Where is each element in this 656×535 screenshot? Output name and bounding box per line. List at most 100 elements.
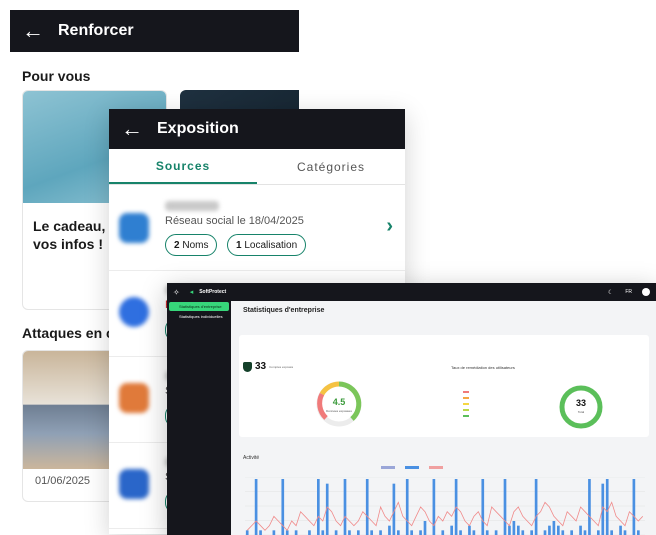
exposed-count-block: 33 Comptes exposés [243, 361, 293, 372]
donut-label: Total [577, 410, 585, 414]
activity-bar [365, 479, 369, 535]
activity-bar [530, 530, 533, 535]
activity-bar [548, 525, 551, 535]
exposed-count: 33 [255, 361, 267, 372]
activity-bar [508, 525, 511, 535]
chip-label: Noms [182, 239, 209, 251]
language-select[interactable]: FR [625, 289, 632, 295]
activity-bar [472, 530, 476, 535]
activity-bar [334, 530, 338, 535]
activity-bar [583, 530, 587, 535]
nav-company-stats[interactable]: Statistiques d'entreprise [169, 302, 229, 311]
shield-logo-icon: ✧ [173, 287, 180, 297]
exposed-label: Comptes exposés [269, 364, 294, 369]
activity-bar [632, 479, 636, 535]
activity-bar [637, 530, 640, 535]
attack-card[interactable]: 01/06/2025 [22, 350, 122, 502]
source-subtitle: Réseau social le 18/04/2025 [165, 215, 304, 227]
source-logo-icon [119, 469, 149, 499]
activity-bar [557, 525, 560, 535]
activity-bar [423, 521, 427, 535]
tab-categories[interactable]: Catégories [257, 149, 405, 184]
page-title: Renforcer [58, 22, 134, 39]
activity-bar [285, 530, 289, 535]
activity-bar [494, 530, 498, 535]
activity-bar [534, 479, 538, 535]
dashboard-main: Statistiques d'entreprise 33 Comptes exp… [231, 301, 656, 535]
activity-bar [450, 525, 453, 535]
activity-bar [552, 521, 556, 535]
section-title-for-you: Pour vous [22, 68, 91, 84]
activity-bar [308, 530, 311, 535]
activity-bar [459, 530, 462, 535]
activity-bar [503, 479, 507, 535]
activity-bar [588, 479, 591, 535]
activity-bar [561, 530, 565, 535]
renforcer-header: ← Renforcer [10, 10, 299, 52]
activity-bar [468, 525, 471, 535]
page-title: Exposition [157, 120, 239, 137]
activity-bar [543, 530, 547, 535]
gauge-value: 4.5 [332, 397, 346, 407]
activity-bar [343, 479, 347, 535]
dashboard-title: Statistiques d'entreprise [243, 307, 325, 314]
source-item[interactable]: Réseau social le 18/04/2025 2 Noms 1 Loc… [109, 185, 405, 271]
activity-bar [321, 530, 325, 535]
activity-bar [348, 530, 351, 535]
tab-sources[interactable]: Sources [109, 149, 257, 184]
source-logo-icon [119, 383, 149, 413]
activity-bar [610, 530, 613, 535]
activity-bar [521, 530, 525, 535]
theme-toggle-icon[interactable]: ☾ [608, 289, 613, 296]
chip-names[interactable]: 2 Noms [165, 234, 218, 256]
activity-bar [357, 530, 360, 535]
activity-bar [597, 530, 600, 535]
activity-bar [379, 530, 382, 535]
activity-bar [605, 479, 609, 535]
remediation-title: Taux de remédiation des utilisateurs [451, 365, 515, 370]
exposition-header: ← Exposition [109, 109, 405, 149]
chip-location[interactable]: 1 Localisation [227, 234, 307, 256]
menu-toggle-icon[interactable]: ◂ [190, 288, 194, 296]
back-arrow-icon[interactable]: ← [121, 118, 143, 140]
activity-bar [272, 530, 276, 535]
activity-bar [579, 525, 582, 535]
activity-bar [317, 479, 320, 535]
activity-bar [517, 525, 520, 535]
activity-title: Activité [243, 455, 260, 461]
activity-bar [405, 479, 409, 535]
nav-individual-stats[interactable]: Statistiques individuelles [169, 312, 229, 321]
activity-legend [381, 466, 443, 469]
activity-bar [481, 479, 485, 535]
activity-bar [245, 530, 249, 535]
remediation-legend [463, 391, 469, 417]
activity-bar [619, 525, 622, 535]
dashboard-window: ✧ ◂ SoftProtect ☾ FR Statistiques d'entr… [167, 283, 656, 535]
activity-bar [397, 530, 400, 535]
donut-value: 33 [575, 398, 586, 408]
chip-label: Localisation [244, 239, 298, 251]
attack-card-image [23, 351, 121, 469]
activity-bar [294, 530, 298, 535]
gauge-label: Données exposées [326, 409, 352, 413]
tab-bar: Sources Catégories [109, 149, 405, 185]
source-logo-icon [119, 213, 149, 243]
activity-bar [419, 530, 422, 535]
activity-bar [410, 530, 413, 535]
chip-count: 1 [236, 239, 242, 251]
back-arrow-icon[interactable]: ← [22, 20, 44, 42]
activity-line [246, 501, 644, 531]
brand-name: SoftProtect [199, 289, 227, 295]
chip-count: 2 [174, 239, 180, 251]
chevron-right-icon[interactable]: › [386, 215, 393, 238]
activity-bar [259, 530, 262, 535]
avatar[interactable] [642, 288, 650, 296]
attack-date: 01/06/2025 [35, 475, 91, 487]
activity-chart [245, 477, 645, 535]
dashboard-topbar: ✧ ◂ SoftProtect ☾ FR [167, 283, 656, 301]
dashboard-sidebar: Statistiques d'entreprise Statistiques i… [167, 301, 231, 535]
activity-bar [441, 530, 445, 535]
shield-icon [243, 361, 252, 372]
activity-bar [432, 479, 436, 535]
source-logo-icon [119, 297, 149, 327]
